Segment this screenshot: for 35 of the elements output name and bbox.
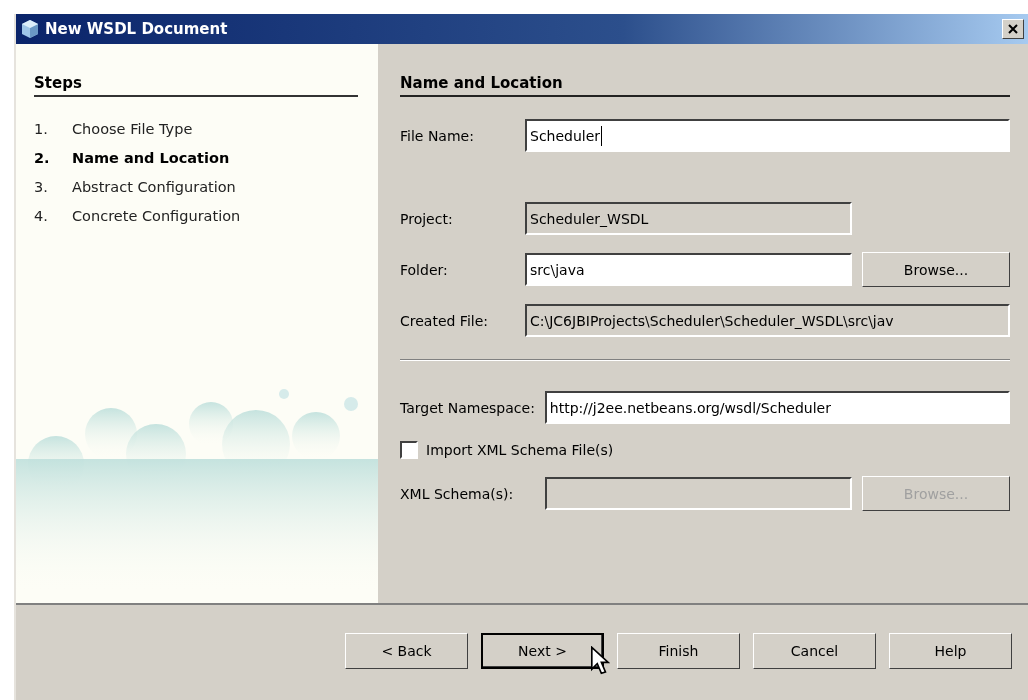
field-label: Folder: bbox=[400, 261, 449, 278]
checkbox-label[interactable]: Import XML Schema File(s) bbox=[426, 442, 614, 458]
input-field[interactable]: Scheduler bbox=[525, 119, 1010, 152]
dialog-button[interactable]: < Back bbox=[345, 632, 468, 669]
dialog-button[interactable]: Cancel bbox=[753, 632, 876, 669]
input-field[interactable]: src\java bbox=[525, 253, 852, 286]
step-number: 1. bbox=[34, 120, 49, 139]
field-label: XML Schema(s): bbox=[400, 485, 515, 502]
field-label: Created File: bbox=[400, 312, 489, 329]
close-icon bbox=[1008, 24, 1018, 34]
cube-icon bbox=[20, 19, 40, 39]
input-field[interactable]: http://j2ee.netbeans.org/wsdl/Scheduler bbox=[544, 391, 1010, 424]
browse-button[interactable]: Browse... bbox=[862, 252, 1010, 287]
field-label: File Name: bbox=[400, 127, 475, 144]
step-number: 2. bbox=[34, 149, 51, 168]
step-label: Name and Location bbox=[72, 149, 230, 168]
input-field[interactable]: Scheduler_WSDL bbox=[525, 202, 852, 235]
dialog-button[interactable]: Next > bbox=[481, 632, 604, 669]
field-label: Project: bbox=[400, 210, 454, 227]
mouse-pointer-icon bbox=[590, 646, 610, 676]
checkbox[interactable] bbox=[400, 441, 418, 459]
steps-heading: Steps bbox=[34, 74, 358, 97]
input-field[interactable]: C:\JC6JBIProjects\Scheduler\Scheduler_WSDL\src\jav bbox=[525, 304, 1010, 337]
dialog-button[interactable]: Finish bbox=[617, 632, 740, 669]
step-label: Concrete Configuration bbox=[72, 207, 241, 226]
dialog-button[interactable]: Help bbox=[889, 632, 1012, 669]
section-heading: Name and Location bbox=[400, 74, 1010, 97]
step-label: Choose File Type bbox=[72, 120, 193, 139]
step-number: 4. bbox=[34, 207, 49, 226]
step-label: Abstract Configuration bbox=[72, 178, 236, 197]
step-number: 3. bbox=[34, 178, 49, 197]
window-title: New WSDL Document bbox=[45, 20, 229, 38]
input-field[interactable] bbox=[544, 477, 852, 510]
close-button[interactable] bbox=[1002, 19, 1024, 39]
field-label: Target Namespace: bbox=[400, 399, 535, 416]
